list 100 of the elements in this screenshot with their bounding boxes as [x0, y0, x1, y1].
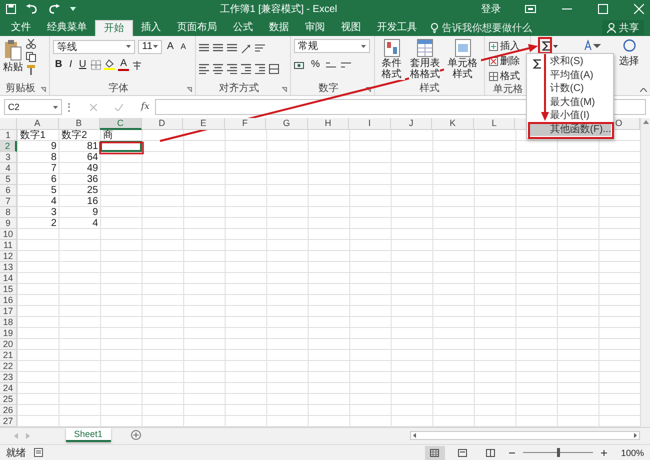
ribbon-tab[interactable]: 公式: [225, 20, 261, 36]
ribbon-tab[interactable]: 页面布局: [169, 20, 225, 36]
row-header[interactable]: 12: [0, 251, 17, 262]
ribbon-tab[interactable]: 数据: [261, 20, 297, 36]
row-header[interactable]: 25: [0, 394, 17, 405]
zoom-in-icon[interactable]: [600, 450, 607, 456]
column-header[interactable]: D: [142, 118, 184, 130]
shrink-font-button[interactable]: A: [178, 40, 188, 53]
sheet-tab[interactable]: Sheet1: [66, 428, 111, 442]
align-center-icon[interactable]: [213, 64, 224, 74]
grow-font-button[interactable]: A: [165, 40, 176, 53]
row-header[interactable]: 23: [0, 372, 17, 383]
column-header[interactable]: E: [183, 118, 225, 130]
row-header[interactable]: 26: [0, 405, 17, 416]
row-header[interactable]: 19: [0, 328, 17, 339]
row-header[interactable]: 6: [0, 185, 17, 196]
column-header[interactable]: G: [266, 118, 308, 130]
row-header[interactable]: 16: [0, 295, 17, 306]
row-header[interactable]: 3: [0, 152, 17, 163]
format-cells-button[interactable]: 格式: [489, 69, 527, 83]
menu-item[interactable]: 求和(S): [529, 55, 611, 68]
column-header[interactable]: C: [100, 118, 142, 130]
align-middle-icon[interactable]: [213, 44, 224, 54]
merge-cells-icon[interactable]: [269, 64, 279, 74]
row-header[interactable]: 8: [0, 207, 17, 218]
redo-icon[interactable]: [48, 4, 60, 14]
active-cell[interactable]: [100, 141, 142, 152]
currency-icon[interactable]: [294, 60, 306, 70]
ribbon-display-icon[interactable]: [525, 5, 536, 13]
row-header[interactable]: 1: [0, 130, 17, 141]
menu-item[interactable]: 计数(C): [529, 82, 611, 96]
bold-button[interactable]: B: [53, 58, 64, 71]
ribbon-tab[interactable]: 审阅: [297, 20, 333, 36]
align-left-icon[interactable]: [199, 64, 210, 74]
share-button[interactable]: 共享: [602, 20, 644, 35]
menu-item[interactable]: 最大值(M): [529, 96, 611, 109]
italic-button[interactable]: I: [67, 58, 74, 71]
row-header[interactable]: 11: [0, 240, 17, 251]
autosum-icon[interactable]: [542, 41, 551, 51]
phonetic-icon[interactable]: [132, 60, 142, 70]
ribbon-tab[interactable]: 插入: [133, 20, 169, 36]
align-right-icon[interactable]: [227, 64, 238, 74]
maximize-icon[interactable]: [598, 4, 608, 14]
brush-icon[interactable]: [26, 65, 36, 75]
scissors-icon[interactable]: [26, 39, 36, 49]
row-header[interactable]: 7: [0, 196, 17, 207]
dialog-launcher-icon[interactable]: [187, 87, 192, 92]
zoom-thumb[interactable]: [556, 448, 560, 457]
column-header[interactable]: L: [474, 118, 516, 130]
column-header[interactable]: B: [58, 118, 100, 130]
customize-caret-icon[interactable]: [70, 7, 76, 11]
align-bottom-icon[interactable]: [227, 44, 238, 54]
sort-filter-icon[interactable]: [582, 39, 602, 53]
zoom-level[interactable]: 100%: [620, 448, 644, 458]
decrease-indent-icon[interactable]: [241, 64, 252, 74]
horizontal-scrollbar[interactable]: [410, 431, 640, 440]
find-select-button[interactable]: 选择: [617, 39, 641, 95]
fill-color-icon[interactable]: [104, 59, 116, 70]
align-top-icon[interactable]: [199, 44, 210, 54]
dialog-launcher-icon[interactable]: [41, 87, 46, 92]
ribbon-tab[interactable]: 文件: [3, 20, 39, 36]
insert-function-button[interactable]: fx: [141, 102, 150, 112]
font-name-field[interactable]: 等线: [53, 40, 135, 54]
wrap-text-icon[interactable]: [255, 44, 265, 54]
ribbon-tab[interactable]: 经典菜单: [39, 20, 95, 36]
font-color-button[interactable]: A: [118, 58, 129, 71]
row-header[interactable]: 5: [0, 174, 17, 185]
row-header[interactable]: 15: [0, 284, 17, 295]
ribbon-tab[interactable]: 视图: [333, 20, 369, 36]
row-header[interactable]: 13: [0, 262, 17, 273]
ribbon-tab[interactable]: 开发工具: [369, 20, 425, 36]
row-header[interactable]: 21: [0, 350, 17, 361]
borders-icon[interactable]: [91, 60, 102, 70]
column-header[interactable]: A: [17, 118, 59, 130]
row-header[interactable]: 27: [0, 416, 17, 427]
row-header[interactable]: 18: [0, 317, 17, 328]
zoom-out-icon[interactable]: [508, 450, 515, 456]
paste-button[interactable]: 粘贴: [3, 39, 23, 82]
row-header[interactable]: 9: [0, 218, 17, 229]
row-header[interactable]: 17: [0, 306, 17, 317]
column-header[interactable]: J: [390, 118, 432, 130]
tell-me-field[interactable]: 告诉我你想要做什么: [431, 20, 532, 36]
column-header[interactable]: I: [349, 118, 391, 130]
normal-view-button[interactable]: [424, 446, 445, 460]
macro-record-icon[interactable]: [34, 448, 43, 457]
add-sheet-icon[interactable]: [130, 430, 141, 440]
increase-decimal-icon[interactable]: [324, 60, 337, 70]
column-header[interactable]: H: [308, 118, 350, 130]
menu-item[interactable]: 平均值(A): [529, 68, 611, 82]
orientation-icon[interactable]: [241, 44, 252, 54]
delete-cells-button[interactable]: 删除: [489, 54, 527, 68]
row-header[interactable]: 2: [0, 141, 17, 152]
percent-button[interactable]: %: [309, 58, 322, 71]
decrease-decimal-icon[interactable]: [340, 60, 352, 70]
vertical-scrollbar[interactable]: [640, 118, 650, 427]
dialog-launcher-icon[interactable]: [282, 87, 287, 92]
number-format-field[interactable]: 常规: [294, 39, 370, 53]
name-box[interactable]: C2: [4, 99, 62, 115]
column-header[interactable]: K: [432, 118, 474, 130]
ribbon-tab[interactable]: 开始: [95, 20, 133, 36]
